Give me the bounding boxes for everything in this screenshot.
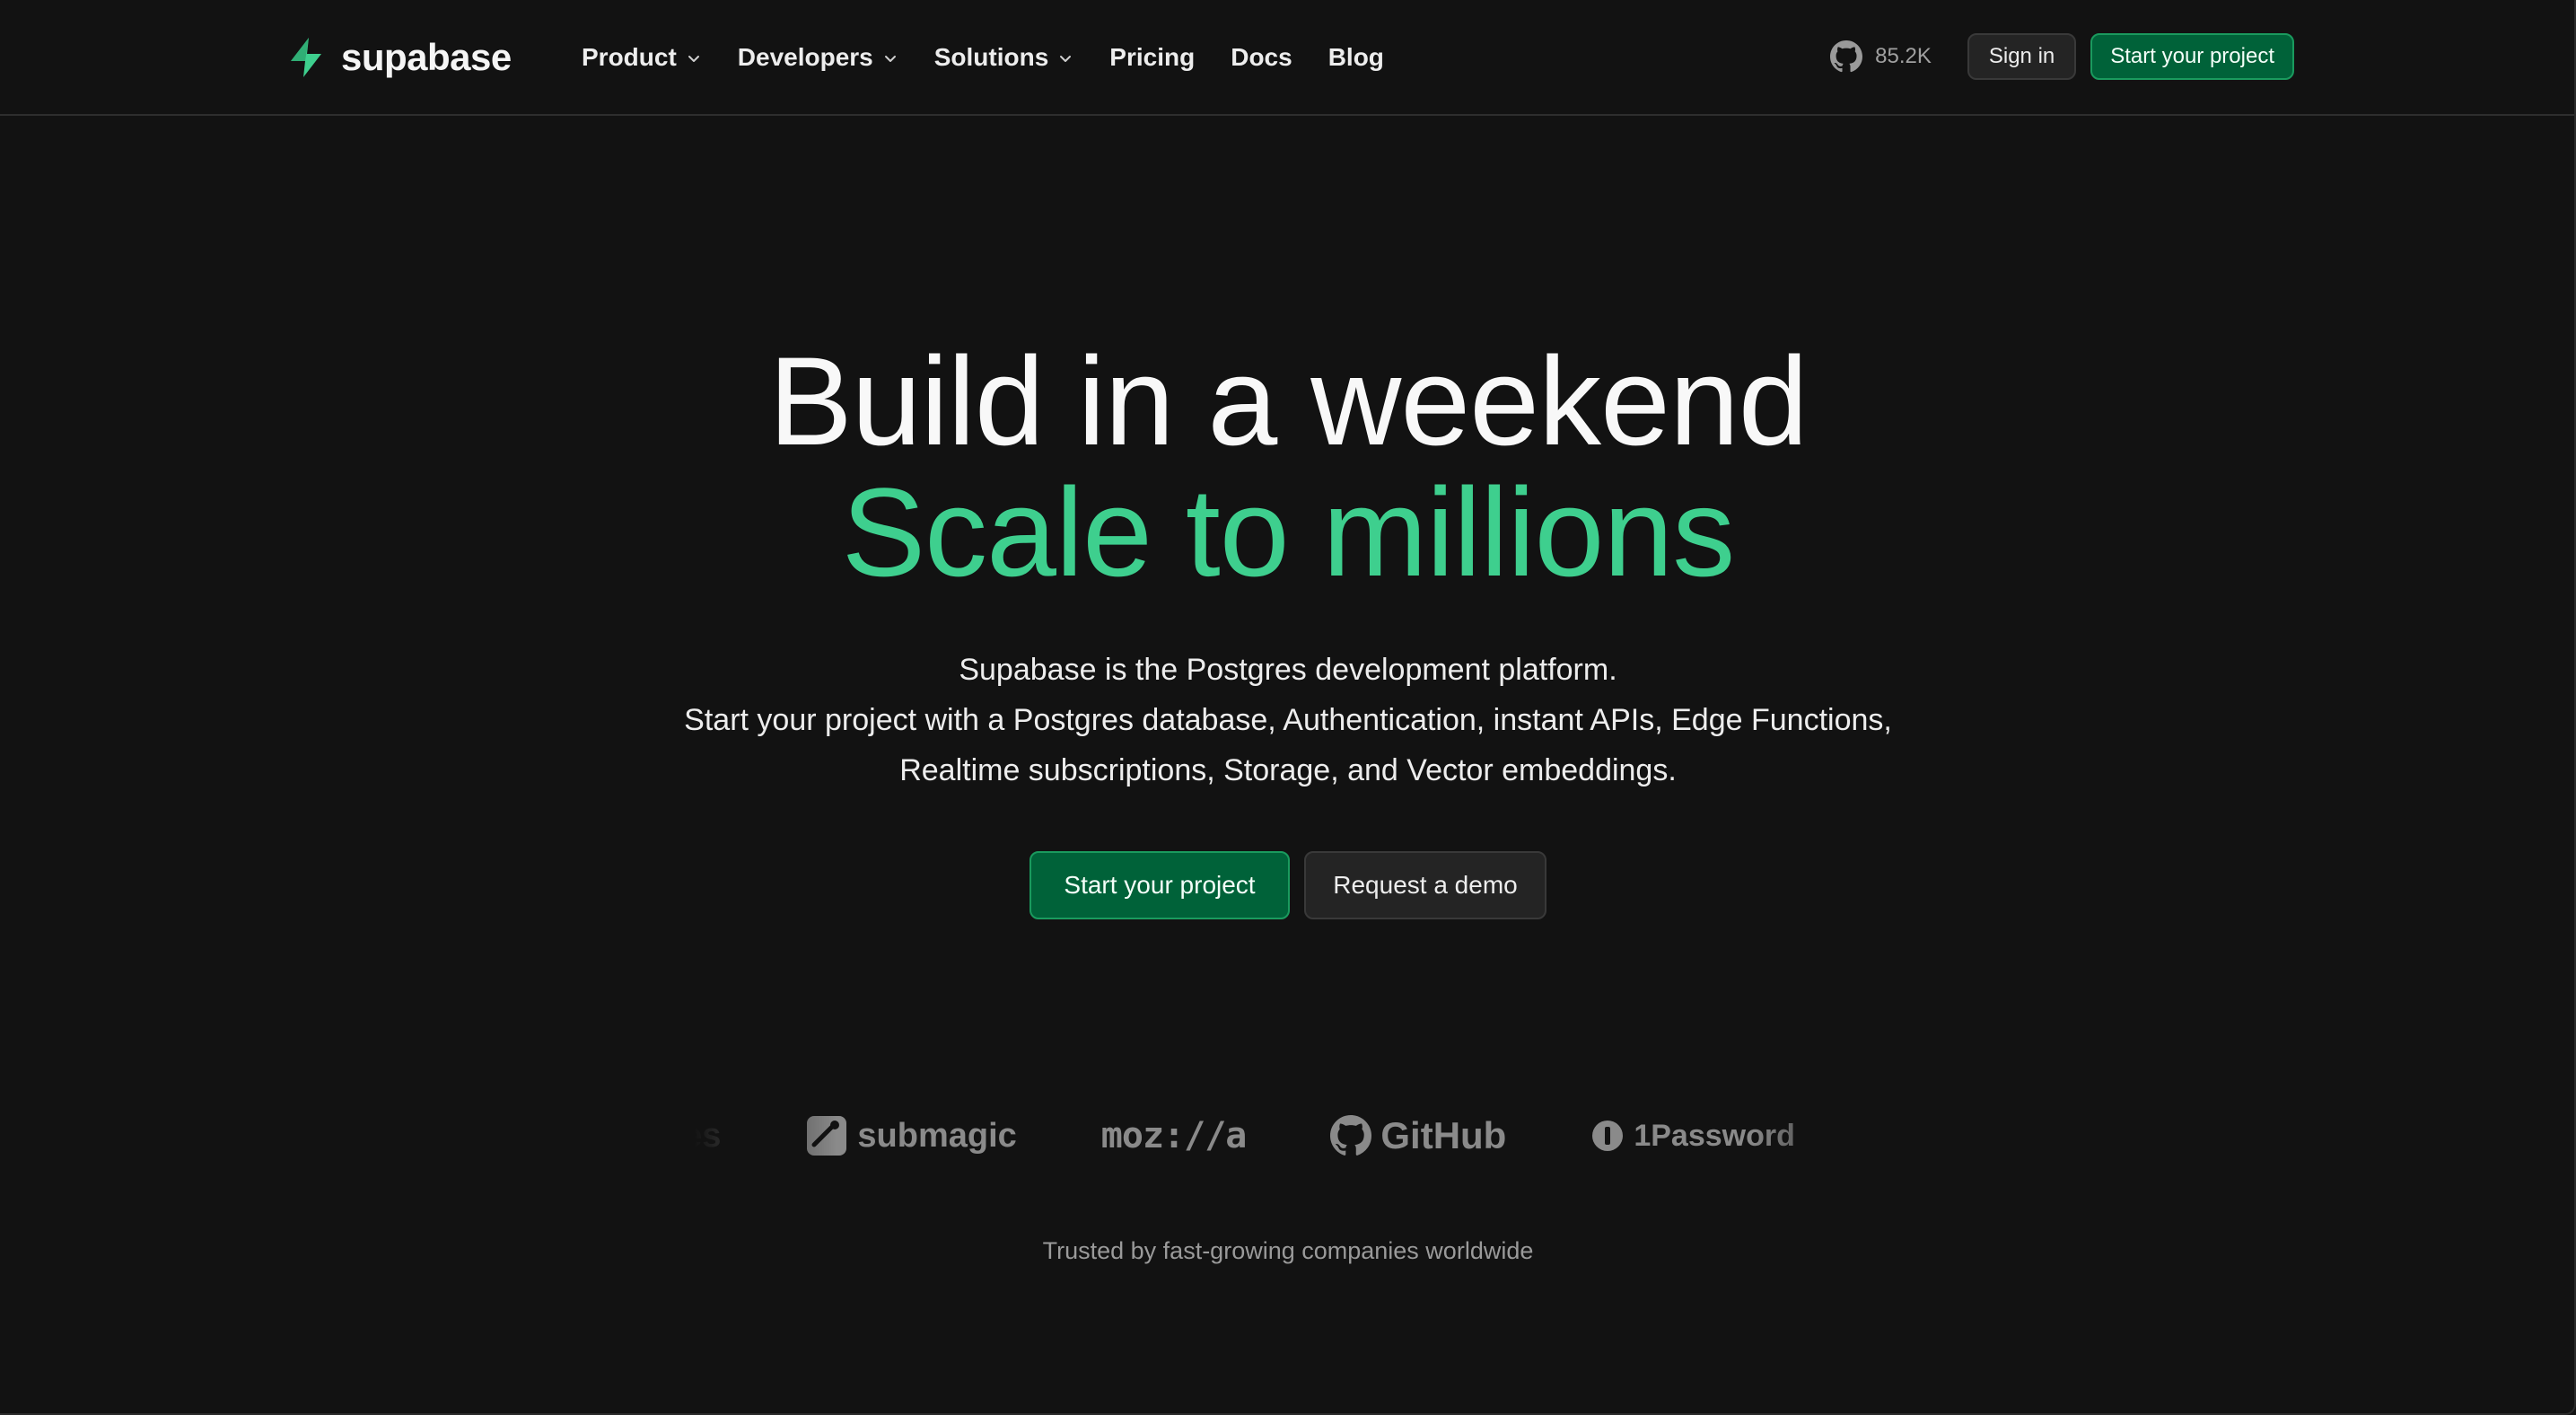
supabase-logo-icon [291,38,321,77]
hero-cta-group: Start your project Request a demo [0,851,2576,919]
supabase-logo[interactable]: supabase [284,34,512,81]
submagic-icon [807,1116,847,1156]
nav-actions: 85.2K Sign in Start your project [1830,32,2294,81]
customer-logo-github: GitHub [1330,1114,1506,1157]
hero-subtitle-line-1: Supabase is the Postgres development pla… [959,653,1617,687]
hero-title-line-1: Build in a weekend [768,330,1808,471]
request-demo-button[interactable]: Request a demo [1304,851,1546,919]
customer-logo-text: GitHub [1380,1114,1507,1156]
logo-wordmark: supabase [341,36,512,78]
menu-item-label: Pricing [1109,43,1196,71]
menu-item-docs[interactable]: Docs [1231,43,1292,72]
start-project-nav-button[interactable]: Start your project [2090,33,2294,80]
start-project-button[interactable]: Start your project [1030,851,1290,919]
chevron-down-icon [884,56,896,62]
menu-item-developers[interactable]: Developers [738,43,898,72]
menu-item-product[interactable]: Product [582,43,702,72]
page: supabase Product Developers Solutions Pr… [0,0,2576,1415]
customer-logo-mozilla: moz://a [1100,1115,1248,1156]
customer-logos: hares submagic moz://a GitHub [693,1097,1892,1174]
sign-in-button[interactable]: Sign in [1967,33,2077,80]
main-menu: Product Developers Solutions Pricing Doc… [582,36,1420,79]
hero-title-line-2: Scale to millions [841,461,1736,602]
menu-item-label: Developers [737,43,873,71]
customer-logo-hares: hares [693,1117,721,1156]
github-icon [1830,40,1863,73]
menu-item-label: Product [582,43,677,71]
menu-item-solutions[interactable]: Solutions [934,43,1074,72]
menu-item-label: Blog [1327,43,1384,71]
customer-logo-text: submagic [857,1116,1017,1155]
chevron-down-icon [1060,56,1072,62]
menu-item-blog[interactable]: Blog [1328,43,1384,72]
hero-subtitle-line-2: Start your project with a Postgres datab… [684,703,1892,787]
customer-logo-text: 1Password [1634,1118,1795,1153]
menu-item-label: Solutions [933,43,1049,71]
customer-logo-submagic: submagic [805,1114,1017,1157]
github-stars-link[interactable]: 85.2K [1830,40,1932,73]
chevron-down-icon [688,56,699,62]
top-navbar: supabase Product Developers Solutions Pr… [0,0,2574,116]
logos-caption: Trusted by fast-growing companies worldw… [1042,1237,1534,1264]
customer-logo-text: hares [693,1116,722,1155]
1password-icon [1592,1121,1624,1151]
customer-logo-1password: 1Password [1590,1119,1795,1154]
menu-item-label: Docs [1231,43,1292,71]
github-icon [1330,1115,1372,1156]
hero-subtitle: Supabase is the Postgres development pla… [682,645,1894,795]
menu-item-pricing[interactable]: Pricing [1109,43,1195,72]
customer-logo-text: moz://a [1100,1115,1248,1156]
logo-strip: hares submagic moz://a GitHub [693,1097,1795,1174]
github-stars-count: 85.2K [1875,44,1932,68]
